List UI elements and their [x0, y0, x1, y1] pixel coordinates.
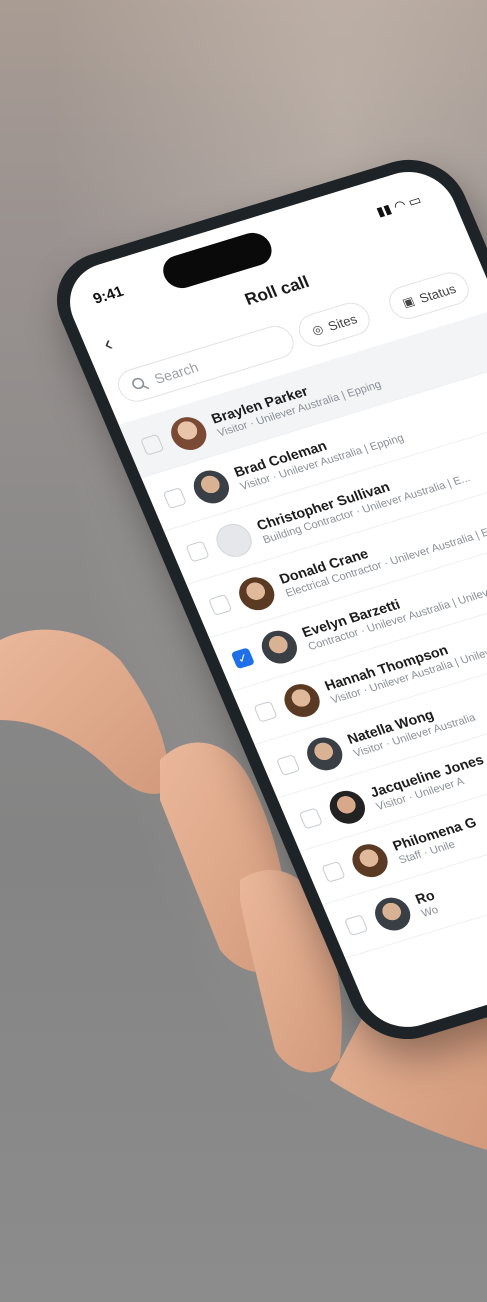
person-meta: Philomena G Staff · Unile	[390, 813, 484, 866]
avatar	[256, 626, 303, 668]
row-checkbox[interactable]	[207, 593, 233, 616]
row-checkbox[interactable]	[275, 753, 301, 776]
row-checkbox[interactable]: ✓	[230, 646, 255, 669]
person-meta: Ro Wo	[413, 886, 443, 919]
row-checkbox[interactable]	[321, 860, 346, 883]
avatar	[369, 892, 416, 935]
row-checkbox[interactable]	[185, 540, 210, 562]
avatar	[278, 679, 325, 721]
status-icon: ▣	[400, 293, 417, 311]
avatar	[346, 839, 393, 881]
status-icons: ▮▮ ◠ ▭	[374, 192, 424, 220]
status-label: Status	[416, 280, 459, 306]
battery-icon: ▭	[405, 192, 424, 210]
avatar	[210, 519, 257, 561]
avatar	[233, 572, 280, 614]
row-checkbox[interactable]	[343, 913, 369, 936]
search-icon	[132, 377, 150, 390]
avatar	[188, 465, 235, 508]
row-checkbox[interactable]	[162, 486, 187, 509]
row-checkbox[interactable]	[253, 700, 278, 723]
avatar	[165, 412, 212, 454]
avatar	[324, 786, 371, 828]
signal-icon: ▮▮	[374, 201, 394, 220]
avatar	[301, 732, 348, 775]
person-role: Wo	[419, 903, 441, 920]
wifi-icon: ◠	[391, 196, 409, 214]
sites-filter-chip[interactable]: ◎ Sites	[293, 298, 376, 351]
search-placeholder: Search	[151, 359, 201, 387]
sites-label: Sites	[325, 310, 360, 334]
row-checkbox[interactable]	[139, 433, 165, 456]
row-checkbox[interactable]	[298, 807, 323, 829]
location-pin-icon: ◎	[309, 321, 326, 338]
status-time: 9:41	[90, 283, 127, 308]
